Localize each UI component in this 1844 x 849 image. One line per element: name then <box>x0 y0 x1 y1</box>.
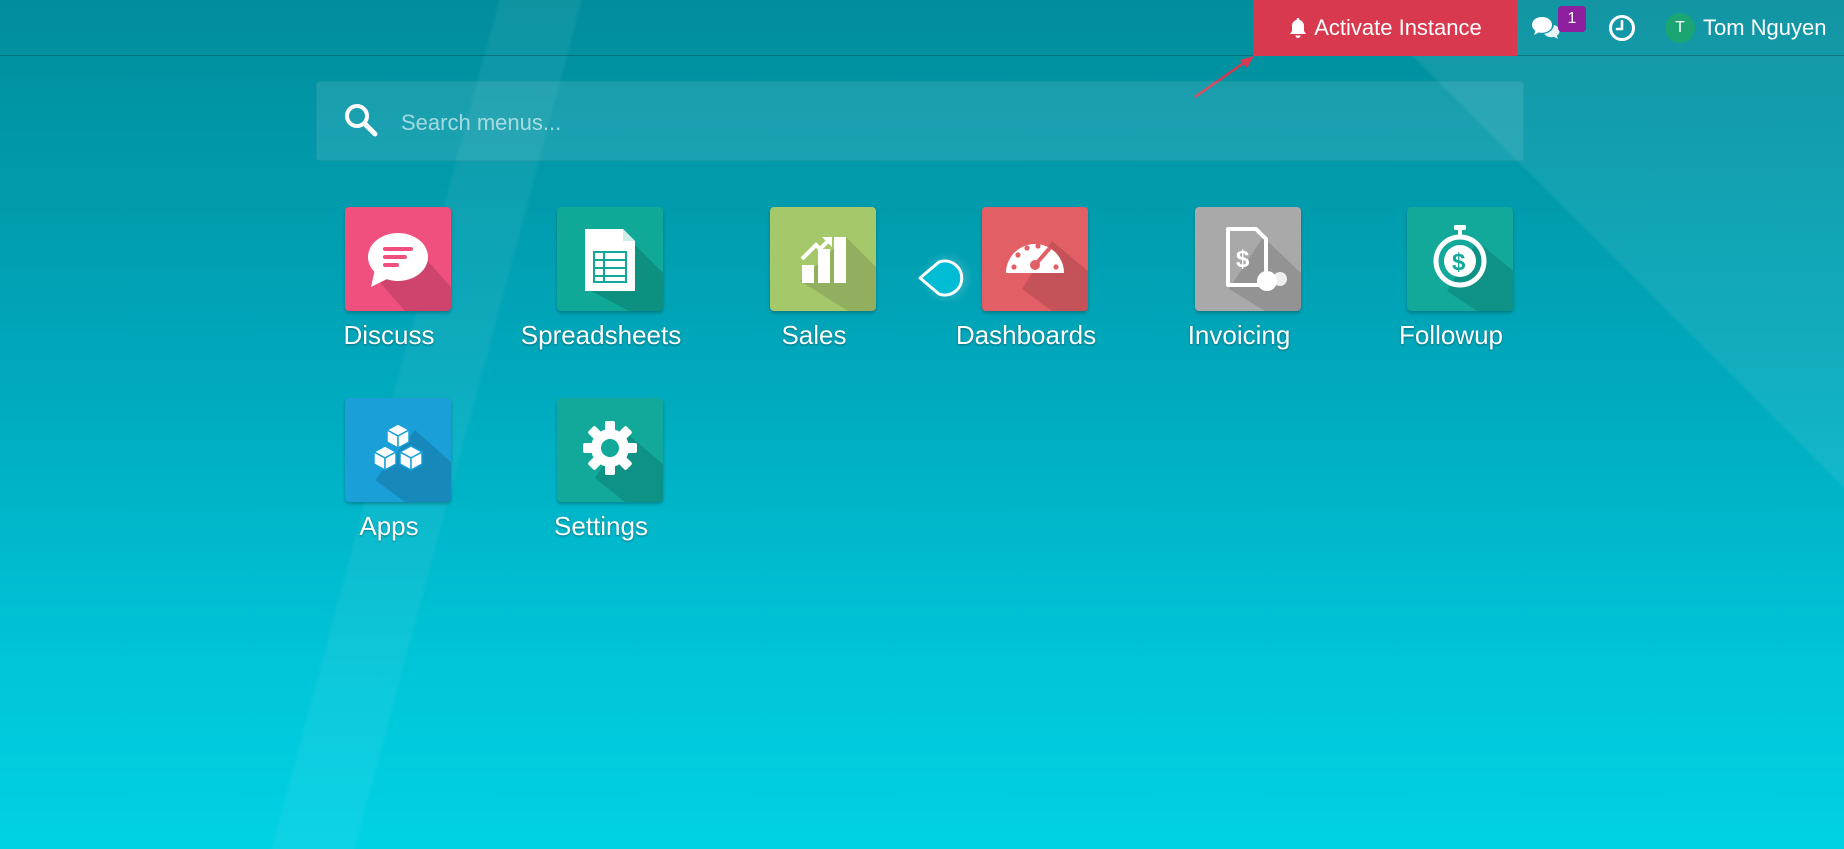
app-tile-dashboards <box>982 207 1088 311</box>
app-label-spreadsheets: Spreadsheets <box>520 320 682 350</box>
user-avatar[interactable]: T <box>1665 13 1695 43</box>
app-settings[interactable]: Settings <box>511 398 691 568</box>
stopwatch-dollar-icon: $ <box>1433 225 1513 311</box>
app-label-dashboards: Dashboards <box>955 320 1097 350</box>
app-apps[interactable]: Apps <box>299 398 479 568</box>
top-navbar: Activate Instance 1 T Tom Nguyen <box>0 0 1844 56</box>
clock-icon[interactable] <box>1608 14 1636 42</box>
app-label-apps: Apps <box>359 511 419 541</box>
app-label-invoicing: Invoicing <box>1187 320 1291 350</box>
activate-instance-label: Activate Instance <box>1314 15 1482 40</box>
app-tile-settings <box>557 398 663 502</box>
app-tile-discuss <box>345 207 451 311</box>
chat-bubble-icon <box>368 233 451 311</box>
cubes-icon <box>372 423 451 502</box>
app-tile-sales <box>770 207 876 311</box>
search-input[interactable] <box>399 100 1503 146</box>
app-spreadsheets[interactable]: Spreadsheets <box>511 207 691 377</box>
chat-badge-count: 1 <box>1558 6 1586 32</box>
user-name[interactable]: Tom Nguyen <box>1703 14 1827 42</box>
bar-chart-icon <box>800 237 876 311</box>
app-tile-followup: $ <box>1407 207 1513 311</box>
svg-text:$: $ <box>1236 246 1250 273</box>
app-sales[interactable]: Sales <box>724 207 904 377</box>
app-label-followup: Followup <box>1398 320 1504 350</box>
app-followup[interactable]: $ Followup <box>1361 207 1541 377</box>
spreadsheet-icon <box>585 229 663 311</box>
app-invoicing[interactable]: $ Invoicing <box>1149 207 1329 377</box>
app-tile-spreadsheets <box>557 207 663 311</box>
app-label-sales: Sales <box>781 320 847 350</box>
svg-text:$: $ <box>1452 249 1466 276</box>
search-bar <box>316 81 1524 161</box>
activate-instance-button[interactable]: Activate Instance <box>1253 0 1517 56</box>
gear-icon <box>583 421 663 502</box>
app-label-settings: Settings <box>554 511 648 541</box>
app-label-discuss: Discuss <box>343 320 435 350</box>
app-tile-invoicing: $ <box>1195 207 1301 311</box>
search-icon <box>345 104 378 137</box>
speedometer-icon <box>1006 241 1088 311</box>
bell-icon <box>1290 18 1307 38</box>
app-tile-apps <box>345 398 451 502</box>
app-discuss[interactable]: Discuss <box>299 207 479 377</box>
invoice-icon: $ <box>1226 227 1301 311</box>
app-dashboards[interactable]: Dashboards <box>936 207 1116 377</box>
